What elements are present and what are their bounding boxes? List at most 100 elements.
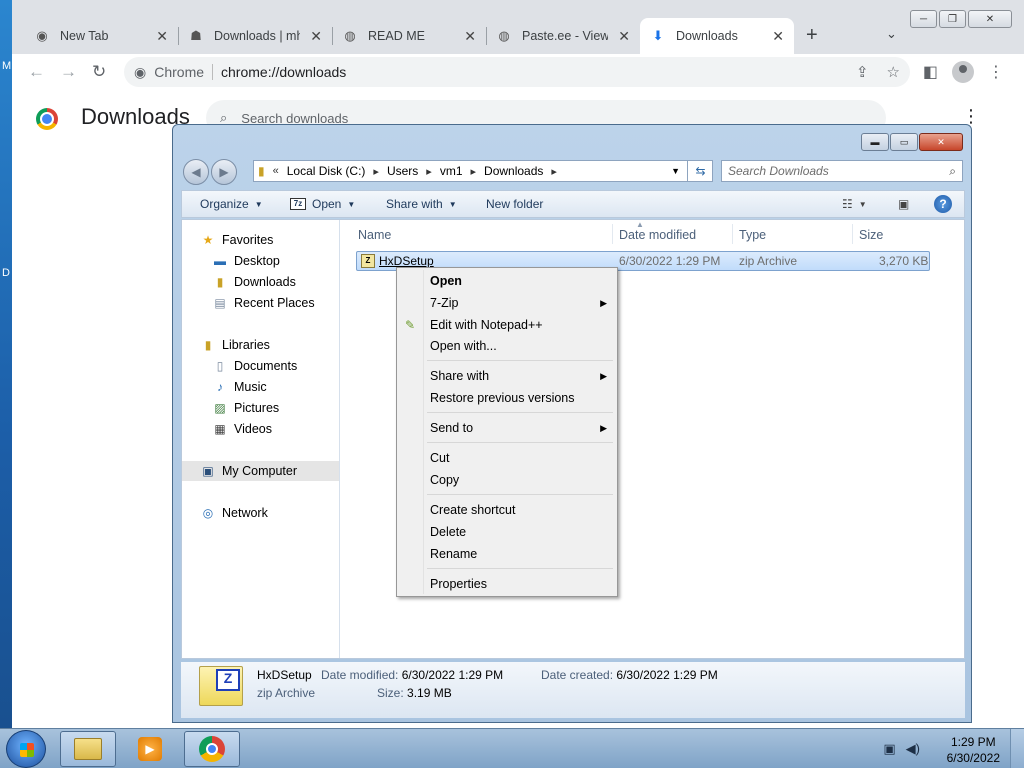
close-button[interactable]: ✕ bbox=[968, 10, 1012, 28]
close-icon[interactable]: ✕ bbox=[772, 28, 784, 45]
taskbar-explorer-button[interactable] bbox=[60, 731, 116, 767]
volume-icon[interactable]: ◀) bbox=[906, 741, 920, 757]
nav-desktop[interactable]: ▬ Desktop bbox=[182, 251, 339, 271]
forward-button[interactable]: ▶ bbox=[211, 159, 237, 185]
bookmark-star-icon[interactable]: ☆ bbox=[887, 63, 900, 81]
forward-arrow-icon[interactable]: → bbox=[60, 62, 77, 82]
new-folder-button[interactable]: New folder bbox=[486, 197, 543, 211]
menu-item-edit-notepad[interactable]: ✎ Edit with Notepad++ bbox=[405, 315, 617, 335]
tab-paste-ee[interactable]: ◍ Paste.ee - View p ✕ bbox=[486, 18, 640, 54]
menu-separator bbox=[427, 494, 613, 495]
nav-pictures[interactable]: ▨ Pictures bbox=[182, 398, 339, 418]
share-with-button[interactable]: Share with ▼ bbox=[386, 197, 457, 211]
tab-title: Downloads | mh bbox=[214, 29, 301, 43]
close-icon[interactable]: ✕ bbox=[310, 28, 322, 45]
tab-downloads[interactable]: ⬇ Downloads ✕ bbox=[640, 18, 794, 54]
details-modified: Date modified: 6/30/2022 1:29 PM bbox=[321, 668, 503, 682]
column-divider[interactable] bbox=[732, 224, 733, 244]
close-icon[interactable]: ✕ bbox=[156, 28, 168, 45]
menu-item-open-with[interactable]: Open with... bbox=[430, 336, 617, 356]
music-note-icon: ♪ bbox=[217, 380, 223, 394]
share-icon[interactable]: ⇪ bbox=[856, 63, 869, 81]
maximize-button[interactable]: ▭ bbox=[890, 133, 918, 151]
menu-item-cut[interactable]: Cut bbox=[430, 448, 617, 468]
clock-time: 1:29 PM bbox=[950, 735, 996, 749]
taskbar-media-player-button[interactable]: ▶ bbox=[122, 731, 178, 767]
explorer-search-input[interactable]: Search Downloads ⌕ bbox=[721, 160, 963, 182]
menu-item-rename[interactable]: Rename bbox=[430, 544, 617, 564]
reload-icon[interactable]: ↻ bbox=[92, 62, 106, 82]
nav-network[interactable]: ◎ Network bbox=[182, 503, 339, 523]
clock[interactable]: 1:29 PM 6/30/2022 bbox=[947, 734, 1000, 766]
window-controls: ─ ❐ ✕ bbox=[910, 10, 1012, 28]
tab-read-me[interactable]: ◍ READ ME ✕ bbox=[332, 18, 486, 54]
tab-search-chevron-icon[interactable]: ⌄ bbox=[886, 26, 897, 42]
nav-documents[interactable]: ▯ Documents bbox=[182, 356, 339, 376]
back-arrow-icon[interactable]: ← bbox=[28, 62, 45, 82]
navigation-pane: ★ Favorites ▬ Desktop ▮ Downloads ▤ Rece… bbox=[182, 220, 340, 658]
overflow-chevron-icon[interactable]: « bbox=[273, 165, 279, 177]
column-divider[interactable] bbox=[612, 224, 613, 244]
menu-item-copy[interactable]: Copy bbox=[430, 470, 617, 490]
nav-favorites[interactable]: ★ Favorites bbox=[182, 230, 339, 250]
nav-my-computer[interactable]: ▣ My Computer bbox=[182, 461, 339, 481]
refresh-icon[interactable]: ⇆ bbox=[687, 160, 713, 182]
column-header-size[interactable]: Size bbox=[859, 228, 883, 242]
menu-item-delete[interactable]: Delete bbox=[430, 522, 617, 542]
menu-item-create-shortcut[interactable]: Create shortcut bbox=[430, 500, 617, 520]
show-desktop-button[interactable] bbox=[1010, 729, 1024, 768]
close-icon[interactable]: ✕ bbox=[464, 28, 476, 45]
file-name[interactable]: HxDSetup bbox=[379, 254, 434, 268]
chevron-right-icon[interactable]: ▸ bbox=[426, 165, 432, 178]
nav-downloads[interactable]: ▮ Downloads bbox=[182, 272, 339, 292]
network-status-icon[interactable]: ▣ bbox=[883, 741, 895, 757]
breadcrumb-item[interactable]: Local Disk (C:) bbox=[287, 164, 366, 178]
start-button[interactable] bbox=[6, 730, 46, 768]
column-header-date[interactable]: Date modified bbox=[619, 228, 696, 242]
close-icon[interactable]: ✕ bbox=[618, 28, 630, 45]
tab-new-tab[interactable]: ◉ New Tab ✕ bbox=[24, 18, 178, 54]
column-header-name[interactable]: Name bbox=[358, 228, 391, 242]
chevron-right-icon[interactable]: ▸ bbox=[373, 165, 379, 178]
help-icon[interactable]: ? bbox=[934, 195, 952, 213]
chevron-right-icon[interactable]: ▸ bbox=[551, 165, 557, 178]
nav-libraries[interactable]: ▮ Libraries bbox=[182, 335, 339, 355]
context-menu: Open 7-Zip ▶ ✎ Edit with Notepad++ Open … bbox=[396, 267, 618, 597]
menu-item-share-with[interactable]: Share with ▶ bbox=[430, 366, 617, 386]
nav-videos[interactable]: ▦ Videos bbox=[182, 419, 339, 439]
breadcrumb[interactable]: ▮ « Local Disk (C:) ▸ Users ▸ vm1 ▸ Down… bbox=[253, 160, 713, 182]
column-header-type[interactable]: Type bbox=[739, 228, 766, 242]
breadcrumb-item[interactable]: vm1 bbox=[440, 164, 463, 178]
preview-pane-icon[interactable]: ▣ bbox=[898, 197, 909, 211]
new-tab-button[interactable]: + bbox=[806, 24, 818, 47]
column-divider[interactable] bbox=[852, 224, 853, 244]
tab-downloads-mh[interactable]: ☗ Downloads | mh ✕ bbox=[178, 18, 332, 54]
close-button[interactable]: ✕ bbox=[919, 133, 963, 151]
menu-label: Send to bbox=[430, 421, 474, 435]
menu-item-send-to[interactable]: Send to ▶ bbox=[430, 418, 617, 438]
minimize-button[interactable]: ▬ bbox=[861, 133, 889, 151]
maximize-button[interactable]: ❐ bbox=[939, 10, 966, 28]
organize-button[interactable]: Organize ▼ bbox=[200, 197, 263, 211]
taskbar-chrome-button[interactable] bbox=[184, 731, 240, 767]
menu-item-7zip[interactable]: 7-Zip ▶ bbox=[430, 293, 617, 313]
address-bar[interactable]: ◉ Chrome chrome://downloads ⇪ ☆ bbox=[124, 57, 910, 87]
view-options-button[interactable]: ☷ ▼ bbox=[842, 197, 867, 211]
open-button[interactable]: 7z Open ▼ bbox=[290, 197, 355, 211]
tab-strip: ◉ New Tab ✕ ☗ Downloads | mh ✕ ◍ READ ME… bbox=[12, 0, 1024, 54]
nav-music[interactable]: ♪ Music bbox=[182, 377, 339, 397]
menu-item-open[interactable]: Open bbox=[430, 271, 617, 291]
menu-item-properties[interactable]: Properties bbox=[430, 574, 617, 594]
back-button[interactable]: ◀ bbox=[183, 159, 209, 185]
side-panel-icon[interactable]: ◧ bbox=[923, 62, 938, 82]
breadcrumb-item[interactable]: Users bbox=[387, 164, 418, 178]
more-menu-icon[interactable]: ⋮ bbox=[988, 62, 1004, 82]
minimize-button[interactable]: ─ bbox=[910, 10, 937, 28]
breadcrumb-item[interactable]: Downloads bbox=[484, 164, 543, 178]
chevron-right-icon[interactable]: ▸ bbox=[471, 165, 477, 178]
menu-item-restore-versions[interactable]: Restore previous versions bbox=[430, 388, 617, 408]
profile-avatar-icon[interactable] bbox=[952, 61, 974, 83]
address-dropdown-icon[interactable]: ▼ bbox=[671, 166, 680, 176]
submenu-arrow-icon: ▶ bbox=[600, 297, 607, 308]
nav-recent-places[interactable]: ▤ Recent Places bbox=[182, 293, 339, 313]
